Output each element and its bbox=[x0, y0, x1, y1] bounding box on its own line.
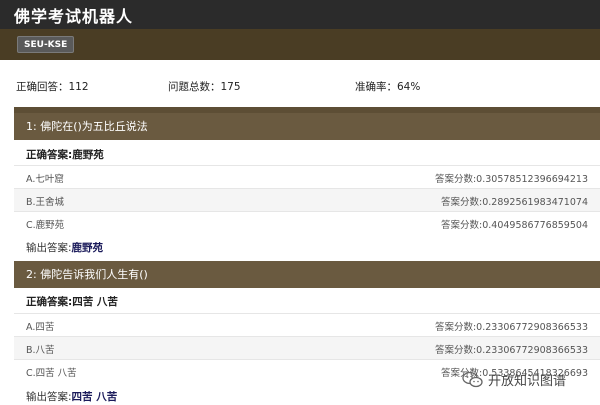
option-score: 答案分数:0.23306772908366533 bbox=[434, 322, 588, 333]
header-band: SEU-KSE bbox=[0, 29, 600, 60]
option-row: C.鹿野苑 答案分数:0.4049586776859504 bbox=[14, 211, 600, 234]
wechat-icon bbox=[462, 371, 484, 389]
option-row: B.王舍城 答案分数:0.2892561983471074 bbox=[14, 188, 600, 211]
seu-kse-button[interactable]: SEU-KSE bbox=[17, 36, 75, 53]
option-label: A.四苦 bbox=[26, 322, 55, 333]
option-label: B.王舍城 bbox=[26, 197, 65, 208]
question-header: 1: 佛陀在()为五比丘说法 bbox=[14, 113, 600, 140]
option-score: 答案分数:0.30578512396694213 bbox=[434, 174, 588, 185]
option-row: A.四苦 答案分数:0.23306772908366533 bbox=[14, 313, 600, 336]
watermark: 开放知识图谱 bbox=[462, 370, 566, 389]
output-value: 四苦 八苦 bbox=[71, 391, 118, 403]
option-score: 答案分数:0.23306772908366533 bbox=[434, 345, 588, 356]
output-label: 输出答案: bbox=[26, 391, 72, 403]
option-score: 答案分数:0.4049586776859504 bbox=[441, 220, 588, 231]
output-answer: 输出答案:鹿野苑 bbox=[26, 240, 103, 255]
output-answer: 输出答案:四苦 八苦 bbox=[26, 389, 117, 404]
correct-answer: 正确答案:四苦 八苦 bbox=[26, 296, 118, 308]
option-label: C.四苦 八苦 bbox=[26, 368, 77, 379]
option-score: 答案分数:0.2892561983471074 bbox=[441, 197, 588, 208]
option-row: B.八苦 答案分数:0.23306772908366533 bbox=[14, 336, 600, 359]
correct-answer: 正确答案:鹿野苑 bbox=[26, 149, 104, 161]
total-count: 问题总数：175 bbox=[168, 81, 241, 93]
correct-count: 正确回答：112 bbox=[16, 81, 89, 93]
output-value: 鹿野苑 bbox=[71, 242, 104, 254]
option-label: C.鹿野苑 bbox=[26, 220, 65, 231]
accuracy: 准确率：64% bbox=[355, 81, 421, 93]
watermark-text: 开放知识图谱 bbox=[488, 374, 567, 389]
option-label: A.七叶窟 bbox=[26, 174, 64, 185]
output-label: 输出答案: bbox=[26, 242, 72, 254]
app-title: 佛学考试机器人 bbox=[14, 7, 134, 26]
top-bar: 佛学考试机器人 bbox=[0, 0, 600, 29]
question-header: 2: 佛陀告诉我们人生有() bbox=[14, 261, 600, 288]
option-row: A.七叶窟 答案分数:0.30578512396694213 bbox=[14, 165, 600, 188]
option-label: B.八苦 bbox=[26, 345, 55, 356]
